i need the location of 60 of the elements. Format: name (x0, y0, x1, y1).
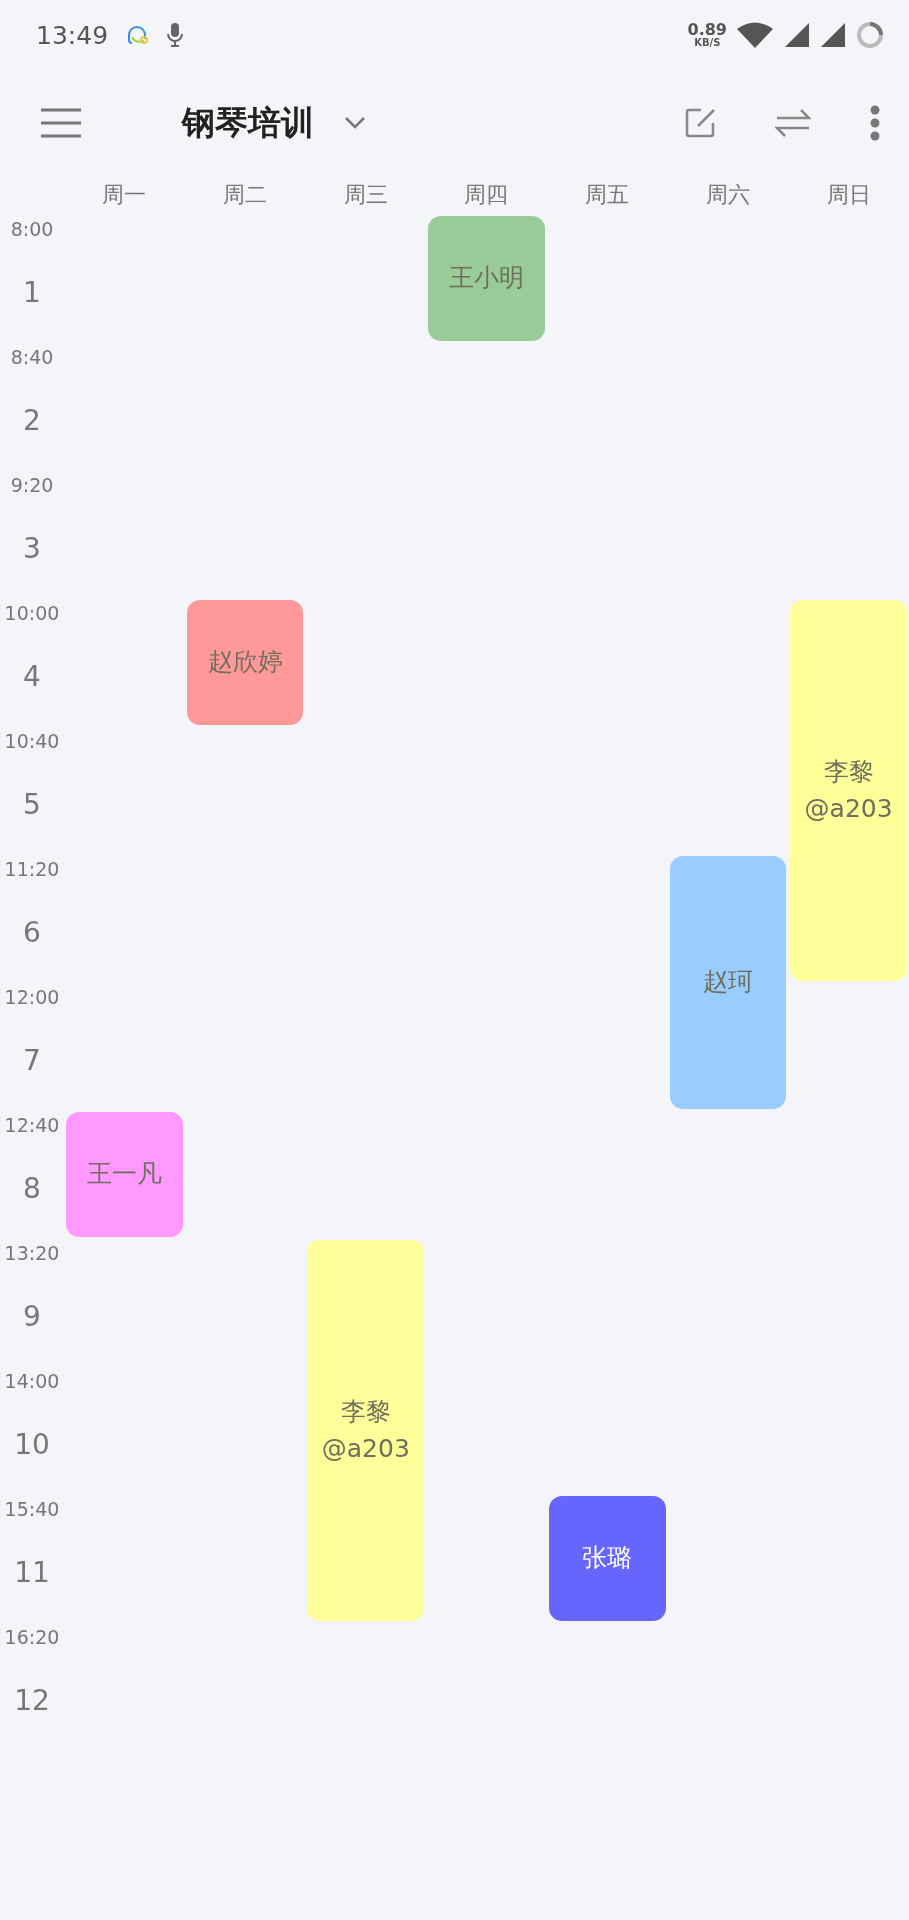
period-number: 1 (23, 276, 41, 309)
chevron-down-icon (344, 116, 366, 130)
course-name: 王一凡 (86, 1158, 162, 1191)
menu-icon (40, 108, 82, 138)
course-room: @a203 (804, 793, 893, 825)
course-name: 赵珂 (702, 966, 753, 999)
period-number: 9 (23, 1300, 41, 1333)
weekday-label: 周一 (102, 181, 147, 209)
course-block[interactable]: 赵欣婷 (186, 599, 304, 725)
period-start-time: 12:00 (4, 986, 60, 1008)
microphone-icon (166, 21, 185, 49)
period-start-time: 8:00 (10, 218, 54, 240)
period-start-time: 10:40 (4, 730, 60, 752)
edit-icon (685, 107, 717, 139)
course-name: 张璐 (582, 1542, 633, 1575)
wifi-icon (735, 20, 775, 50)
weekday-label: 周五 (585, 181, 630, 209)
period-number: 7 (23, 1044, 41, 1077)
weekday-label: 周日 (826, 181, 871, 209)
course-block[interactable]: 赵珂 (669, 855, 787, 1109)
weekday-label: 周四 (464, 181, 509, 209)
period-start-time: 11:20 (4, 858, 60, 880)
course-block[interactable]: 王一凡 (66, 1111, 183, 1237)
course-name: 王小明 (449, 262, 524, 295)
swap-arrows-icon (775, 108, 811, 138)
battery-ring-icon (855, 20, 885, 50)
course-name: 李黎 (823, 755, 874, 788)
period-number: 12 (14, 1684, 50, 1717)
network-speed: 0.89 KB/S (687, 22, 727, 48)
timetable-title-dropdown[interactable]: 钢琴培训 (178, 96, 370, 150)
period-start-time: 10:00 (4, 602, 60, 624)
course-room: @a203 (321, 1433, 410, 1465)
period-start-time: 16:20 (4, 1626, 60, 1648)
period-number: 10 (14, 1428, 50, 1461)
period-number: 3 (23, 532, 41, 565)
period-number: 5 (23, 788, 41, 821)
signal-icon (819, 21, 847, 49)
signal-icon (783, 21, 811, 49)
period-start-time: 13:20 (4, 1242, 60, 1264)
course-name: 李黎 (340, 1395, 391, 1428)
period-start-time: 14:00 (4, 1370, 60, 1392)
course-block[interactable]: 李黎 @a203 (790, 599, 907, 981)
period-number: 2 (23, 404, 41, 437)
weekday-label: 周二 (223, 181, 268, 209)
period-number: 4 (23, 660, 41, 693)
weekday-label: 周六 (705, 181, 750, 209)
period-start-time: 12:40 (4, 1114, 60, 1136)
weekday-label: 周三 (343, 181, 388, 209)
period-start-time: 8:40 (10, 346, 54, 368)
course-name: 赵欣婷 (207, 646, 283, 679)
status-time: 13:49 (36, 20, 109, 50)
period-start-time: 9:20 (10, 474, 54, 496)
course-block[interactable]: 张璐 (548, 1495, 666, 1621)
course-block[interactable]: 王小明 (428, 215, 545, 341)
period-number: 8 (23, 1172, 41, 1205)
period-start-time: 15:40 (4, 1498, 60, 1520)
period-number: 11 (14, 1556, 50, 1589)
course-block[interactable]: 李黎 @a203 (307, 1239, 425, 1621)
period-number: 6 (23, 916, 41, 949)
more-vertical-icon (869, 105, 881, 141)
